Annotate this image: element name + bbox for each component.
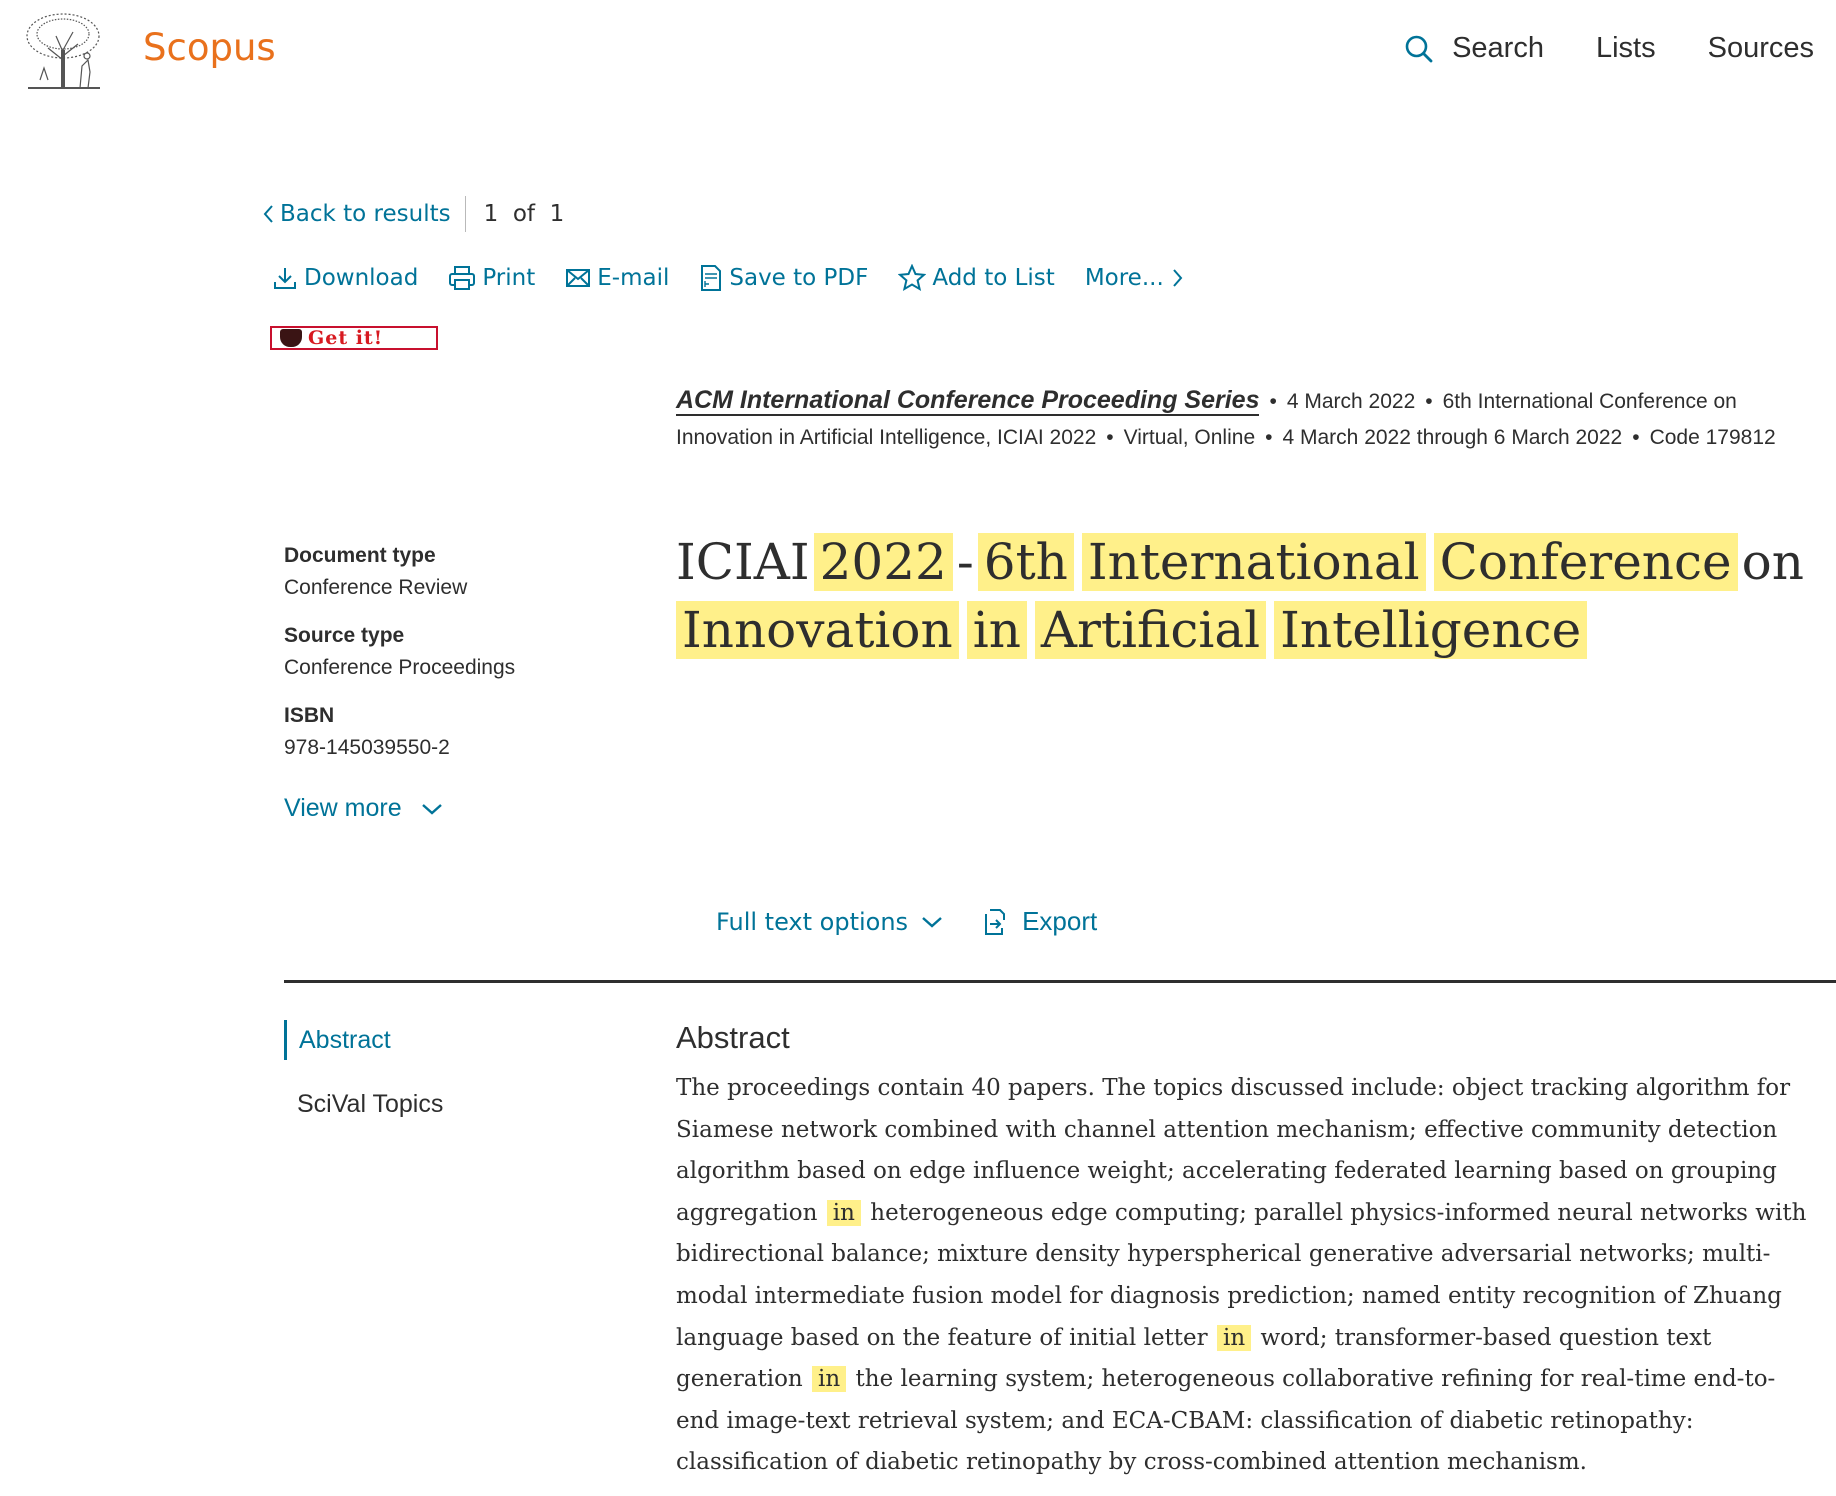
envelope-icon — [566, 269, 591, 287]
print-button[interactable]: Print — [448, 265, 535, 291]
get-it-divider — [436, 326, 438, 350]
document-metadata: Document type Conference Review Source t… — [284, 544, 614, 823]
chevron-right-icon — [1173, 269, 1183, 287]
separator-dot: • — [1265, 426, 1273, 449]
printer-icon — [449, 266, 476, 290]
star-icon — [898, 264, 927, 292]
get-it-button[interactable]: Get it! — [270, 326, 438, 350]
abstract-heading: Abstract — [676, 1020, 790, 1055]
source-type-value: Conference Proceedings — [284, 656, 516, 679]
breadcrumb-divider — [464, 196, 466, 232]
nav-lists[interactable]: Lists — [1596, 32, 1656, 65]
back-to-results-link[interactable]: Back to results — [262, 201, 451, 227]
isbn-label: ISBN — [284, 704, 335, 727]
doc-type-label: Document type — [284, 544, 436, 567]
abstract-highlight: in — [1216, 1324, 1252, 1351]
separator-dot: • — [1106, 426, 1114, 449]
add-to-list-button[interactable]: Add to List — [898, 264, 1055, 292]
breadcrumb: Back to results 1 of 1 — [262, 196, 564, 232]
more-button[interactable]: More... — [1085, 265, 1190, 291]
scopus-brand[interactable]: Scopus — [143, 26, 276, 69]
chevron-left-icon — [263, 205, 273, 223]
title-word-highlighted: 6th — [977, 533, 1074, 591]
elsevier-logo-icon[interactable] — [18, 10, 108, 92]
download-icon — [274, 268, 296, 289]
section-nav: Abstract SciVal Topics — [284, 1020, 443, 1148]
document-actions: Full text options Export — [716, 906, 1097, 937]
export-button[interactable]: Export — [982, 906, 1097, 937]
title-word: on — [1741, 533, 1804, 591]
doc-type-value: Conference Review — [284, 576, 468, 599]
separator-dot: • — [1269, 390, 1277, 413]
section-divider — [284, 980, 1836, 983]
search-icon — [1405, 35, 1433, 62]
nav-search[interactable]: Search — [1404, 32, 1544, 65]
title-word-highlighted: International — [1081, 533, 1426, 591]
abstract-highlight: in — [812, 1366, 847, 1393]
source-title-link[interactable]: ACM International Conference Proceeding … — [676, 386, 1260, 416]
title-word-highlighted: Innovation — [676, 601, 959, 659]
source-info: ACM International Conference Proceeding … — [676, 382, 1806, 456]
title-word: - — [956, 533, 974, 591]
save-to-pdf-button[interactable]: Save to PDF — [699, 264, 868, 292]
abstract-text: The proceedings contain 40 papers. The t… — [676, 1068, 1816, 1484]
more-label: More... — [1084, 265, 1164, 291]
title-word-highlighted: in — [966, 601, 1027, 659]
view-more-label: View more — [284, 794, 402, 822]
source-date: 4 March 2022 — [1286, 390, 1416, 413]
nav-sources[interactable]: Sources — [1708, 32, 1814, 65]
chevron-down-icon — [922, 916, 942, 928]
download-label: Download — [304, 265, 419, 291]
title-word-highlighted: Artificial — [1034, 601, 1267, 659]
back-to-results-label: Back to results — [280, 201, 451, 227]
save-to-pdf-label: Save to PDF — [729, 265, 869, 291]
source-code: Code 179812 — [1649, 426, 1776, 449]
export-label: Export — [1022, 906, 1098, 936]
source-dates: 4 March 2022 through 6 March 2022 — [1282, 426, 1623, 449]
separator-dot: • — [1632, 426, 1640, 449]
separator-dot: • — [1425, 390, 1433, 413]
abstract-section: Abstract The proceedings contain 40 pape… — [676, 1020, 1816, 1484]
title-word-highlighted: 2022 — [813, 533, 953, 591]
view-more-button[interactable]: View more — [284, 794, 614, 823]
email-button[interactable]: E-mail — [565, 265, 669, 291]
abstract-highlight: in — [826, 1199, 861, 1226]
source-type-label: Source type — [284, 624, 405, 647]
chevron-down-icon — [421, 803, 442, 815]
result-pager: 1 of 1 — [483, 201, 565, 227]
print-label: Print — [482, 265, 536, 291]
section-nav-abstract[interactable]: Abstract — [284, 1020, 443, 1060]
source-location: Virtual, Online — [1123, 426, 1256, 449]
nav-search-label: Search — [1452, 32, 1544, 64]
add-to-list-label: Add to List — [932, 265, 1055, 291]
pdf-file-icon — [701, 265, 722, 291]
download-button[interactable]: Download — [272, 265, 418, 291]
document-title: ICIAI 2022-6th International Conference on In… — [676, 528, 1806, 664]
email-label: E-mail — [597, 265, 670, 291]
export-icon — [985, 908, 1006, 935]
top-header: Scopus Search Lists Sources — [0, 0, 1836, 110]
section-nav-scival-topics[interactable]: SciVal Topics — [284, 1084, 443, 1124]
full-text-options-button[interactable]: Full text options — [716, 908, 944, 936]
title-word: ICIAI — [676, 533, 810, 591]
document-toolbar: Download Print E-mail Save to PDF Add to… — [272, 264, 1220, 292]
title-word-highlighted: Intelligence — [1274, 601, 1588, 659]
title-word-highlighted: Conference — [1433, 533, 1738, 591]
university-shield-icon — [280, 329, 302, 347]
get-it-label: Get it! — [308, 327, 384, 349]
top-nav: Search Lists Sources — [1352, 32, 1814, 65]
full-text-options-label: Full text options — [716, 907, 909, 936]
isbn-value: 978-145039550-2 — [284, 736, 450, 759]
